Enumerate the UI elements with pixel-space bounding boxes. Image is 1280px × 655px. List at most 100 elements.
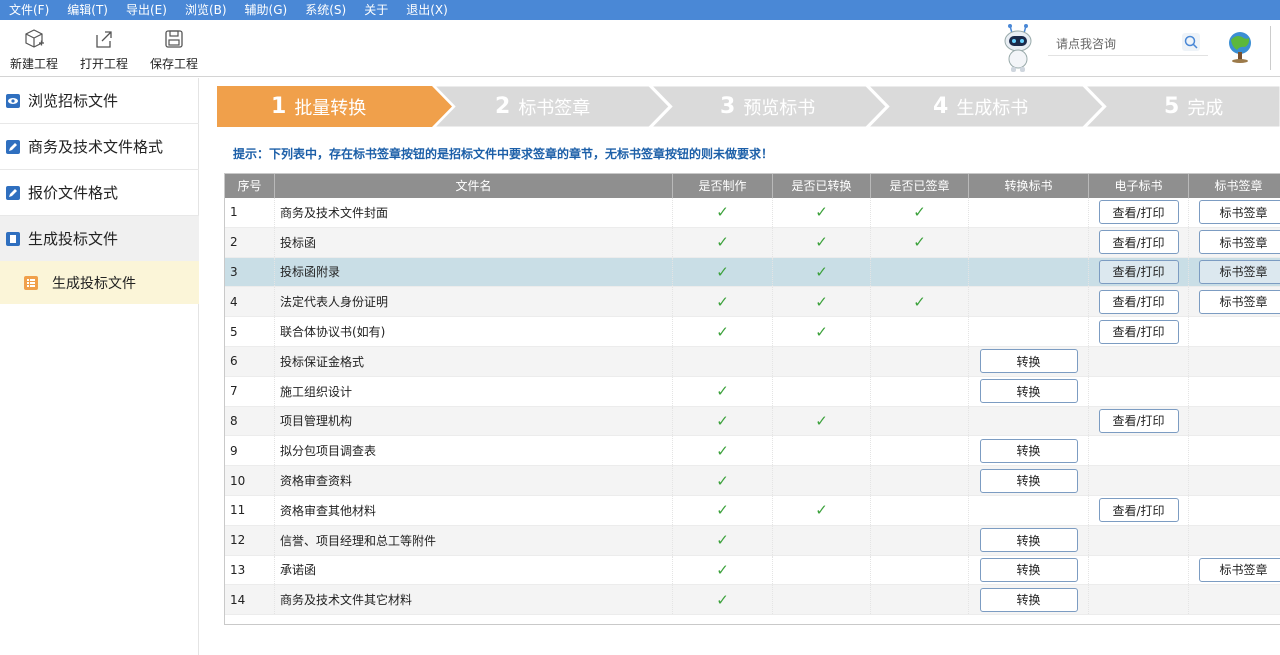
document-icon	[6, 231, 20, 246]
cell-filename: 施工组织设计	[275, 376, 673, 406]
cell-made: ✓	[673, 436, 773, 466]
cell-made: ✓	[673, 555, 773, 585]
cell-filename: 信誉、项目经理和总工等附件	[275, 525, 673, 555]
step-5-finish[interactable]: 5 完成	[1164, 86, 1223, 127]
step-number: 5	[1164, 94, 1180, 119]
menu-system[interactable]: 系统(S)	[296, 0, 355, 20]
cell-seq: 9	[225, 436, 275, 466]
table-row[interactable]: 10 资格审查资料 ✓ 转换	[225, 466, 1280, 496]
view-print-button[interactable]: 查看/打印	[1098, 289, 1179, 314]
cell-seq: 10	[225, 466, 275, 495]
table-row[interactable]: 3 投标函附录 ✓ ✓ 查看/打印 标书签章	[225, 257, 1280, 288]
step-1-batch-convert[interactable]: 1 批量转换	[271, 86, 366, 127]
convert-button[interactable]: 转换	[979, 438, 1078, 463]
convert-button[interactable]: 转换	[979, 349, 1078, 374]
cell-converted	[773, 376, 871, 406]
step-label: 生成标书	[956, 97, 1029, 119]
view-print-button[interactable]: 查看/打印	[1098, 259, 1179, 284]
cell-ebid	[1089, 346, 1189, 376]
globe-tree-icon[interactable]	[1226, 30, 1254, 64]
cell-filename: 法定代表人身份证明	[275, 287, 673, 317]
convert-button[interactable]: 转换	[979, 468, 1078, 493]
cell-ebid: 查看/打印	[1089, 406, 1189, 436]
menu-about[interactable]: 关于	[355, 0, 397, 20]
column-header-sign: 标书签章	[1189, 174, 1280, 198]
menu-bar: 文件(F) 编辑(T) 导出(E) 浏览(B) 辅助(G) 系统(S) 关于 退…	[0, 0, 1280, 20]
table-row[interactable]: 14 商务及技术文件其它材料 ✓ 转换	[225, 585, 1280, 616]
cell-seq: 4	[225, 287, 275, 317]
table-row[interactable]: 8 项目管理机构 ✓ ✓ 查看/打印	[225, 406, 1280, 437]
cell-convert	[969, 406, 1089, 436]
table-row[interactable]: 1 商务及技术文件封面 ✓ ✓ ✓ 查看/打印 标书签章	[225, 198, 1280, 228]
menu-file[interactable]: 文件(F)	[0, 0, 58, 20]
sidebar-subitem-generate-bid[interactable]: 生成投标文件	[0, 261, 199, 304]
cell-sign	[1189, 496, 1280, 525]
view-print-button[interactable]: 查看/打印	[1098, 200, 1179, 225]
cell-seq: 2	[225, 227, 275, 257]
view-print-button[interactable]: 查看/打印	[1098, 408, 1179, 433]
cell-converted	[773, 555, 871, 585]
sign-button[interactable]: 标书签章	[1199, 200, 1280, 225]
edit-icon	[6, 185, 20, 200]
consult-search-box[interactable]: 请点我咨询	[1048, 30, 1208, 56]
cell-convert	[969, 495, 1089, 525]
view-print-button[interactable]: 查看/打印	[1098, 498, 1179, 523]
menu-browse[interactable]: 浏览(B)	[176, 0, 236, 20]
cell-converted	[773, 466, 871, 495]
sidebar-item-quote-format[interactable]: 报价文件格式	[0, 170, 199, 216]
open-project-button[interactable]: 打开工程	[74, 28, 134, 74]
sign-button[interactable]: 标书签章	[1199, 289, 1280, 314]
cell-converted: ✓	[773, 495, 871, 525]
search-icon[interactable]	[1182, 33, 1200, 51]
cell-made: ✓	[673, 198, 773, 227]
step-3-preview[interactable]: 3 预览标书	[720, 86, 815, 127]
cell-sign: 标书签章	[1189, 258, 1280, 287]
sidebar-item-generate-bid[interactable]: 生成投标文件	[0, 216, 199, 262]
step-4-generate[interactable]: 4 生成标书	[933, 86, 1028, 127]
cell-converted: ✓	[773, 227, 871, 257]
robot-assistant-icon[interactable]	[1000, 24, 1036, 74]
check-icon: ✓	[815, 322, 828, 341]
convert-button[interactable]: 转换	[979, 587, 1078, 612]
table-row[interactable]: 13 承诺函 ✓ 转换 标书签章	[225, 555, 1280, 586]
sidebar-item-business-format[interactable]: 商务及技术文件格式	[0, 124, 199, 170]
file-table: 序号 文件名 是否制作 是否已转换 是否已签章 转换标书 电子标书 标书签章 1…	[224, 173, 1280, 625]
save-project-button[interactable]: 保存工程	[144, 28, 204, 74]
menu-assist[interactable]: 辅助(G)	[236, 0, 297, 20]
view-print-button[interactable]: 查看/打印	[1098, 319, 1179, 344]
menu-export[interactable]: 导出(E)	[117, 0, 176, 20]
table-row[interactable]: 4 法定代表人身份证明 ✓ ✓ ✓ 查看/打印 标书签章	[225, 287, 1280, 318]
table-row[interactable]: 12 信誉、项目经理和总工等附件 ✓ 转换	[225, 525, 1280, 556]
convert-button[interactable]: 转换	[979, 557, 1078, 582]
convert-button[interactable]: 转换	[979, 379, 1078, 404]
view-print-button[interactable]: 查看/打印	[1098, 230, 1179, 255]
cell-sign	[1189, 377, 1280, 406]
table-row[interactable]: 9 拟分包项目调查表 ✓ 转换	[225, 436, 1280, 467]
cell-sign: 标书签章	[1189, 556, 1280, 585]
convert-button[interactable]: 转换	[979, 528, 1078, 553]
cell-made: ✓	[673, 585, 773, 615]
new-project-button[interactable]: 新建工程	[4, 28, 64, 74]
check-icon: ✓	[815, 233, 828, 252]
cell-made: ✓	[673, 227, 773, 257]
cell-convert: 转换	[969, 555, 1089, 585]
step-2-sign[interactable]: 2 标书签章	[495, 86, 590, 127]
cell-convert	[969, 198, 1089, 227]
table-row[interactable]: 6 投标保证金格式 转换	[225, 346, 1280, 377]
open-project-icon	[96, 31, 112, 48]
cell-signed	[871, 317, 969, 346]
menu-edit[interactable]: 编辑(T)	[58, 0, 117, 20]
table-row[interactable]: 7 施工组织设计 ✓ 转换	[225, 376, 1280, 407]
sidebar-item-browse-tender[interactable]: 浏览招标文件	[0, 78, 199, 124]
cell-convert: 转换	[969, 525, 1089, 555]
sign-button[interactable]: 标书签章	[1199, 230, 1280, 255]
cell-ebid: 查看/打印	[1089, 257, 1189, 287]
table-body: 1 商务及技术文件封面 ✓ ✓ ✓ 查看/打印 标书签章 2 投标函 ✓ ✓ ✓ 查看/打印 标书签章 3 投…	[225, 198, 1280, 616]
sign-button[interactable]: 标书签章	[1199, 557, 1280, 582]
sign-button[interactable]: 标书签章	[1199, 259, 1280, 284]
table-row[interactable]: 2 投标函 ✓ ✓ ✓ 查看/打印 标书签章	[225, 227, 1280, 258]
menu-exit[interactable]: 退出(X)	[397, 0, 457, 20]
cell-seq: 8	[225, 406, 275, 436]
table-row[interactable]: 5 联合体协议书(如有) ✓ ✓ 查看/打印	[225, 317, 1280, 347]
table-row[interactable]: 11 资格审查其他材料 ✓ ✓ 查看/打印	[225, 495, 1280, 526]
